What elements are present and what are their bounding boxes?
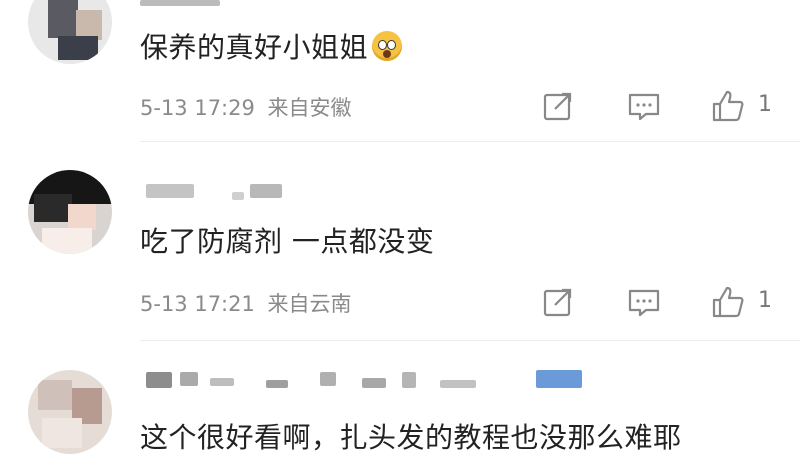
comment-text: 吃了防腐剂 一点都没变 — [140, 220, 434, 260]
avatar-pixel — [42, 228, 92, 254]
avatar[interactable] — [28, 0, 112, 64]
comment-text-content: 这个很好看啊，扎头发的教程也没那么难耶 — [140, 421, 682, 454]
comment-actions: 1 — [540, 284, 800, 324]
like-count: 1 — [758, 92, 772, 117]
avatar-pixel — [48, 0, 78, 38]
comment-text: 这个很好看啊，扎头发的教程也没那么难耶 — [140, 416, 682, 456]
avatar-pixel — [58, 36, 98, 60]
avatar-pixel — [34, 194, 72, 222]
avatar-pixel — [68, 204, 96, 230]
share-icon[interactable] — [540, 88, 576, 124]
comment-meta: 5-13 17:29 来自安徽 — [140, 92, 352, 122]
scream-emoji-icon — [372, 31, 403, 61]
comment-text-content: 保养的真好小姐姐 — [140, 31, 369, 64]
comment-text-content: 吃了防腐剂 一点都没变 — [140, 225, 435, 258]
comment-time: 5-13 17:21 — [140, 292, 255, 316]
like-count: 1 — [758, 288, 772, 313]
share-icon[interactable] — [540, 284, 576, 320]
comment-item: 吃了防腐剂 一点都没变 5-13 17:21 来自云南 1 — [0, 142, 800, 342]
reply-icon[interactable] — [626, 88, 662, 124]
comment-location: 来自云南 — [267, 292, 352, 316]
avatar-pixel — [38, 380, 72, 410]
like-icon[interactable] — [710, 284, 746, 320]
comment-location: 来自安徽 — [267, 96, 352, 120]
comment-actions: 1 — [540, 88, 800, 128]
comment-time: 5-13 17:29 — [140, 96, 255, 120]
divider — [140, 340, 800, 341]
comment-item: 保养的真好小姐姐 5-13 17:29 来自安徽 1 — [0, 0, 800, 142]
avatar[interactable] — [28, 370, 112, 454]
like-icon[interactable] — [710, 88, 746, 124]
reply-icon[interactable] — [626, 284, 662, 320]
avatar-pixel — [42, 418, 82, 448]
comment-item: 这个很好看啊，扎头发的教程也没那么难耶 — [0, 342, 800, 473]
comment-meta: 5-13 17:21 来自云南 — [140, 288, 352, 318]
avatar[interactable] — [28, 170, 112, 254]
comment-text: 保养的真好小姐姐 — [140, 26, 403, 66]
